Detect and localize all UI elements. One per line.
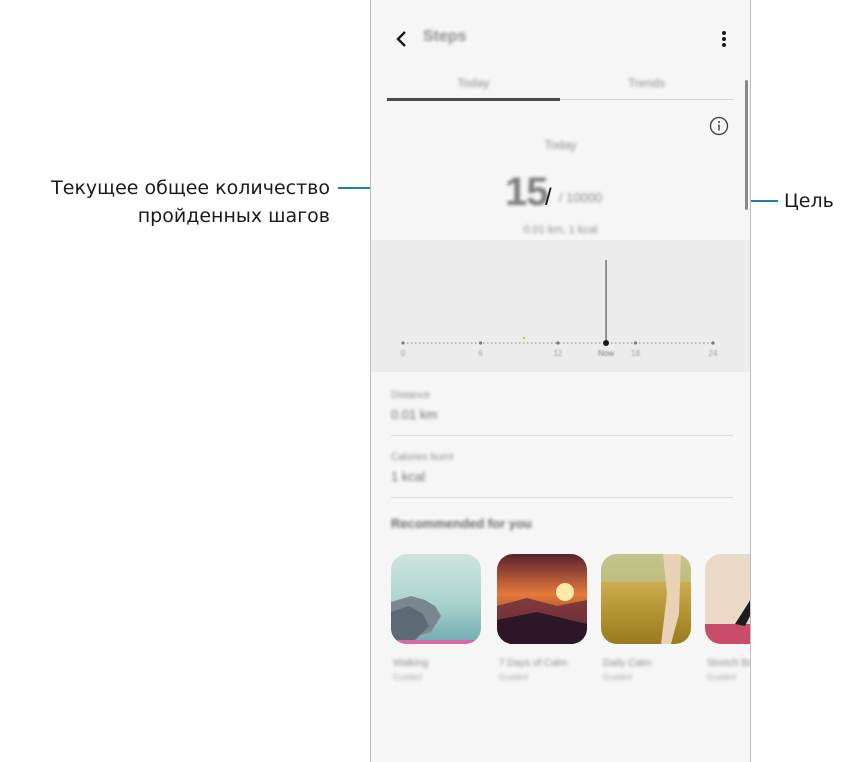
tab-trends[interactable]: Trends (560, 76, 733, 90)
stat-calories-label: Calories burnt (391, 452, 454, 463)
chart-tick-dot (401, 341, 405, 345)
chart-now-dot (603, 340, 610, 346)
chart-tick-label: 12 (554, 349, 563, 358)
chart-tick-label: 6 (478, 349, 483, 358)
recommended-carousel[interactable]: Walking Guided 7 Days of Calm Guided Dai… (391, 554, 751, 714)
tab-divider (560, 99, 734, 100)
info-button[interactable] (708, 115, 730, 137)
summary-label: Today (544, 138, 577, 152)
chevron-left-icon (396, 31, 406, 47)
card-image-coast (391, 554, 481, 644)
phone-screen: Steps Today Trends Today 15 / / 10000 0.… (370, 0, 751, 762)
summary-subtitle: 0.01 km, 1 kcal (523, 224, 598, 236)
stat-distance[interactable]: Distance 0.01 km (391, 390, 731, 422)
more-options-button[interactable] (716, 26, 732, 52)
callout-current-steps: Текущее общее количество пройденных шаго… (10, 174, 330, 230)
recommended-card-4[interactable]: Stretch Break Guided (705, 554, 751, 704)
tab-selected-indicator (387, 98, 560, 101)
card-title: Stretch Break (707, 658, 751, 669)
chart-tick-label: 18 (631, 349, 640, 358)
chart-tick-label: 0 (401, 349, 406, 358)
callout-current-steps-line2: пройденных шагов (137, 205, 330, 227)
tab-today[interactable]: Today (387, 76, 560, 90)
card-subtitle: Guided (499, 672, 529, 682)
card-image-field (601, 554, 691, 644)
stats-divider-1 (391, 435, 733, 436)
current-steps-value: 15 (505, 170, 548, 214)
card-title: Daily Calm (603, 658, 652, 669)
chart-tick-dot (556, 341, 560, 345)
page-title: Steps (423, 28, 467, 45)
recommended-card-1[interactable]: Walking Guided (391, 554, 481, 704)
card-title: 7 Days of Calm (499, 658, 568, 669)
stat-distance-label: Distance (391, 390, 430, 401)
chart-tick-dot (711, 341, 715, 345)
card-subtitle: Guided (603, 672, 633, 682)
chart-now-label: Now (598, 349, 614, 358)
app-bar: Steps (371, 20, 750, 60)
steps-chart-svg: 0 6 12 18 24 Now (401, 260, 718, 358)
chart-step-mark (523, 337, 525, 339)
stats-divider-2 (391, 497, 733, 498)
goal-separator: / (545, 184, 552, 211)
callout-goal: Цель (784, 190, 834, 212)
back-button[interactable] (389, 24, 415, 54)
goal-value: / 10000 (559, 190, 603, 205)
scrollbar[interactable] (745, 80, 748, 210)
stat-calories-value: 1 kcal (391, 469, 425, 484)
tab-bar: Today Trends (387, 70, 734, 104)
info-icon (709, 116, 729, 136)
card-title: Walking (393, 658, 429, 669)
card-subtitle: Guided (393, 672, 423, 682)
chart-tick-dot (478, 341, 483, 345)
card-subtitle: Guided (707, 672, 737, 682)
card-image-stretch (705, 554, 750, 644)
stat-calories[interactable]: Calories burnt 1 kcal (391, 452, 731, 484)
chart-tick-label: 24 (709, 349, 718, 358)
steps-chart[interactable]: 0 6 12 18 24 Now (371, 240, 750, 372)
more-vert-icon (722, 31, 726, 47)
recommended-card-2[interactable]: 7 Days of Calm Guided (497, 554, 587, 704)
card-image-sunset (497, 554, 587, 644)
recommended-card-3[interactable]: Daily Calm Guided (601, 554, 691, 704)
chart-tick-dot (633, 341, 638, 345)
callout-current-steps-line1: Текущее общее количество (51, 177, 330, 199)
stat-distance-value: 0.01 km (391, 407, 438, 422)
recommended-title: Recommended for you (391, 516, 532, 531)
